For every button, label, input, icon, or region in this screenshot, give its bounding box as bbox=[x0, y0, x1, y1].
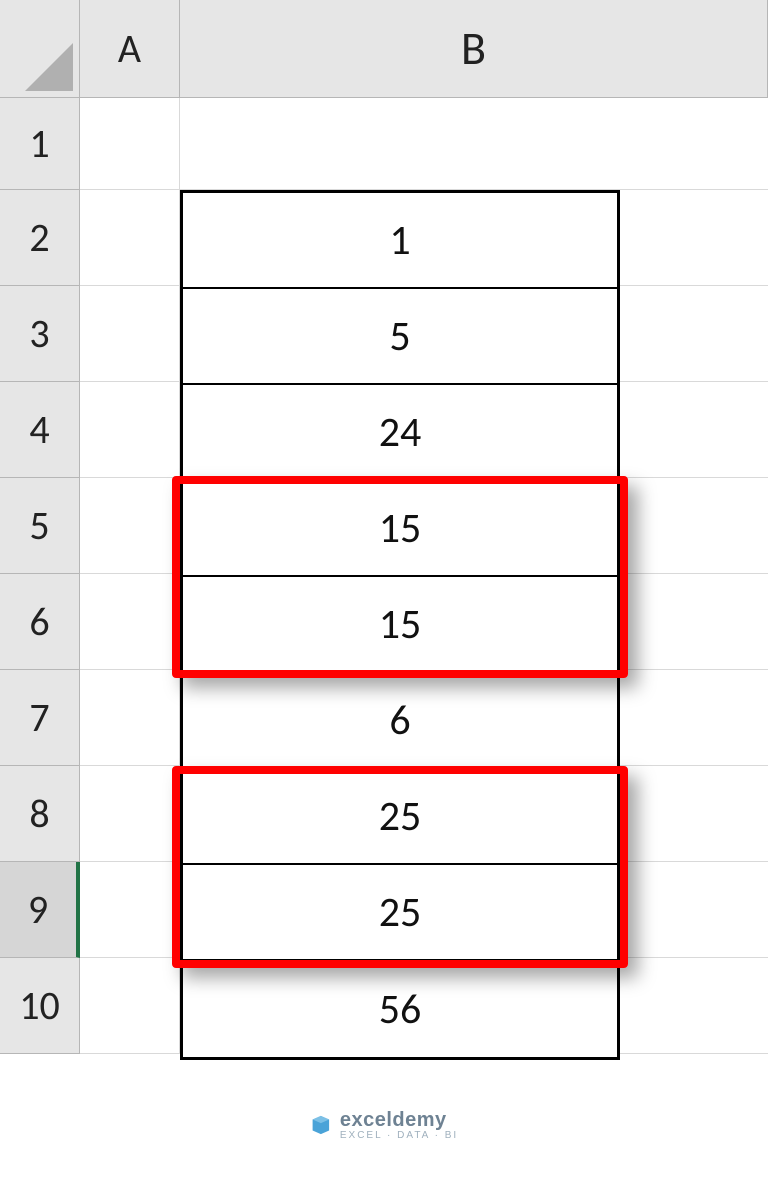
row-header-1[interactable]: 1 bbox=[0, 98, 80, 190]
data-range-b2-b10: 1 5 24 15 15 6 25 25 56 bbox=[180, 190, 620, 1060]
watermark-tagline: EXCEL · DATA · BI bbox=[340, 1130, 458, 1141]
value-b3[interactable]: 5 bbox=[183, 289, 617, 385]
cell-a5[interactable] bbox=[80, 478, 180, 574]
value-b7[interactable]: 6 bbox=[183, 673, 617, 769]
cell-b1[interactable] bbox=[180, 98, 768, 190]
row-header-6[interactable]: 6 bbox=[0, 574, 80, 670]
cell-a8[interactable] bbox=[80, 766, 180, 862]
row-header-10[interactable]: 10 bbox=[0, 958, 80, 1054]
cell-a10[interactable] bbox=[80, 958, 180, 1054]
column-header-b[interactable]: B bbox=[180, 0, 768, 98]
value-b10[interactable]: 56 bbox=[183, 961, 617, 1057]
select-all-corner[interactable] bbox=[0, 0, 80, 98]
value-b6[interactable]: 15 bbox=[183, 577, 617, 673]
column-header-a[interactable]: A bbox=[80, 0, 180, 98]
row-header-2[interactable]: 2 bbox=[0, 190, 80, 286]
exceldemy-logo-icon bbox=[310, 1114, 332, 1136]
cell-a4[interactable] bbox=[80, 382, 180, 478]
row-header-3[interactable]: 3 bbox=[0, 286, 80, 382]
watermark: exceldemy EXCEL · DATA · BI bbox=[310, 1109, 458, 1141]
cell-a9[interactable] bbox=[80, 862, 180, 958]
value-b8[interactable]: 25 bbox=[183, 769, 617, 865]
row-header-7[interactable]: 7 bbox=[0, 670, 80, 766]
row-header-8[interactable]: 8 bbox=[0, 766, 80, 862]
cell-a7[interactable] bbox=[80, 670, 180, 766]
cell-a3[interactable] bbox=[80, 286, 180, 382]
cell-a2[interactable] bbox=[80, 190, 180, 286]
row-header-5[interactable]: 5 bbox=[0, 478, 80, 574]
value-b5[interactable]: 15 bbox=[183, 481, 617, 577]
watermark-brand: exceldemy bbox=[340, 1109, 447, 1131]
row-header-4[interactable]: 4 bbox=[0, 382, 80, 478]
cell-a6[interactable] bbox=[80, 574, 180, 670]
value-b9[interactable]: 25 bbox=[183, 865, 617, 961]
row-header-9[interactable]: 9 bbox=[0, 862, 80, 958]
cell-a1[interactable] bbox=[80, 98, 180, 190]
value-b2[interactable]: 1 bbox=[183, 193, 617, 289]
value-b4[interactable]: 24 bbox=[183, 385, 617, 481]
